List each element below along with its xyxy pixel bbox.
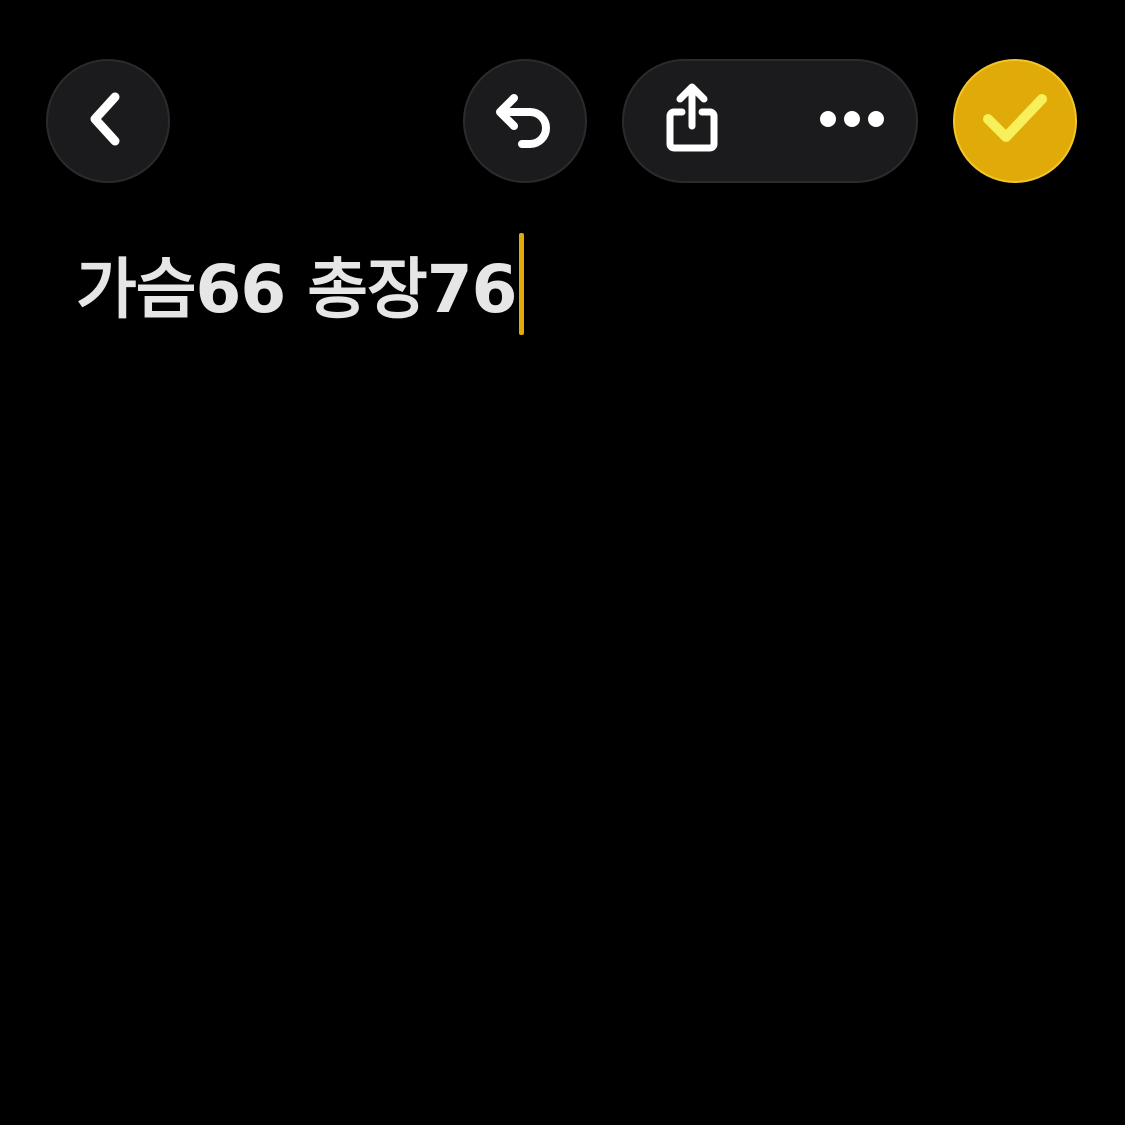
undo-arrow-icon [492, 86, 558, 156]
more-button[interactable] [792, 61, 912, 181]
chevron-left-icon [83, 89, 133, 153]
note-text[interactable]: 가슴66 총장76 [76, 236, 518, 332]
done-button[interactable] [953, 59, 1077, 183]
top-toolbar [0, 0, 1125, 200]
share-icon [662, 82, 722, 160]
more-horizontal-icon [819, 109, 885, 133]
note-editor[interactable]: 가슴66 총장76 [76, 232, 1056, 1092]
note-line[interactable]: 가슴66 총장76 [76, 232, 1056, 336]
text-cursor [518, 233, 524, 335]
notes-editor-screen: 가슴66 총장76 [0, 0, 1125, 1125]
back-button[interactable] [46, 59, 170, 183]
undo-button[interactable] [463, 59, 587, 183]
share-button[interactable] [632, 61, 752, 181]
checkmark-icon [982, 91, 1048, 151]
share-more-group [622, 59, 918, 183]
